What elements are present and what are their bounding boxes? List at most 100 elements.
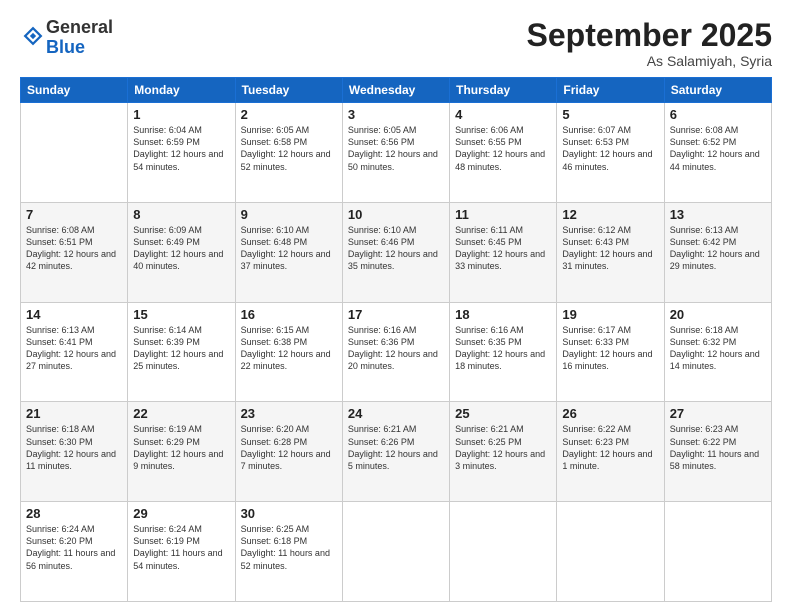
cell-info: Sunrise: 6:16 AMSunset: 6:36 PMDaylight:… [348,324,444,373]
calendar-cell: 13 Sunrise: 6:13 AMSunset: 6:42 PMDayligh… [664,202,771,302]
calendar-cell: 2Sunrise: 6:05 AMSunset: 6:58 PMDaylight… [235,103,342,203]
logo-icon [22,25,44,47]
location: As Salamiyah, Syria [527,53,772,69]
calendar-week-3: 14Sunrise: 6:13 AMSunset: 6:41 PMDayligh… [21,302,772,402]
col-wednesday: Wednesday [342,78,449,103]
cell-info: Sunrise: 6:24 AMSunset: 6:19 PMDaylight:… [133,523,229,572]
calendar-cell: 8 Sunrise: 6:09 AMSunset: 6:49 PMDaylight… [128,202,235,302]
day-number: 18 [455,307,551,322]
col-tuesday: Tuesday [235,78,342,103]
day-number: 22 [133,406,229,421]
cell-info: Sunrise: 6:12 AMSunset: 6:43 PMDaylight:… [562,224,658,273]
col-friday: Friday [557,78,664,103]
day-number: 8 [133,207,229,222]
cell-info: Sunrise: 6:10 AMSunset: 6:48 PMDaylight:… [241,224,337,273]
calendar-cell: 24Sunrise: 6:21 AMSunset: 6:26 PMDayligh… [342,402,449,502]
cell-info: Sunrise: 6:23 AMSunset: 6:22 PMDaylight:… [670,423,766,472]
day-number: 15 [133,307,229,322]
day-number: 9 [241,207,337,222]
day-number: 10 [348,207,444,222]
calendar-cell: 22 Sunrise: 6:19 AMSunset: 6:29 PMDayligh… [128,402,235,502]
calendar-week-1: 1 Sunrise: 6:04 AMSunset: 6:59 PMDaylight… [21,103,772,203]
cell-info: Sunrise: 6:19 AMSunset: 6:29 PMDaylight:… [133,423,229,472]
calendar-cell [21,103,128,203]
day-number: 7 [26,207,122,222]
day-number: 23 [241,406,337,421]
cell-info: Sunrise: 6:06 AMSunset: 6:55 PMDaylight:… [455,124,551,173]
cell-info: Sunrise: 6:25 AMSunset: 6:18 PMDaylight:… [241,523,337,572]
day-number: 27 [670,406,766,421]
calendar-week-2: 7 Sunrise: 6:08 AMSunset: 6:51 PMDaylight… [21,202,772,302]
day-number: 17 [348,307,444,322]
day-number: 5 [562,107,658,122]
day-number: 24 [348,406,444,421]
calendar-cell: 21Sunrise: 6:18 AMSunset: 6:30 PMDayligh… [21,402,128,502]
calendar-cell: 23 Sunrise: 6:20 AMSunset: 6:28 PMDayligh… [235,402,342,502]
col-sunday: Sunday [21,78,128,103]
calendar-week-5: 28 Sunrise: 6:24 AMSunset: 6:20 PMDayligh… [21,502,772,602]
day-number: 26 [562,406,658,421]
header: General Blue September 2025 As Salamiyah… [20,18,772,69]
calendar-cell: 27 Sunrise: 6:23 AMSunset: 6:22 PMDayligh… [664,402,771,502]
cell-info: Sunrise: 6:08 AMSunset: 6:51 PMDaylight:… [26,224,122,273]
cell-info: Sunrise: 6:05 AMSunset: 6:58 PMDaylight:… [241,124,337,173]
calendar-cell: 10 Sunrise: 6:10 AMSunset: 6:46 PMDayligh… [342,202,449,302]
day-number: 4 [455,107,551,122]
logo-general: General [46,17,113,37]
cell-info: Sunrise: 6:16 AMSunset: 6:35 PMDaylight:… [455,324,551,373]
day-number: 21 [26,406,122,421]
calendar-cell: 18 Sunrise: 6:16 AMSunset: 6:35 PMDayligh… [450,302,557,402]
calendar-cell [557,502,664,602]
page: General Blue September 2025 As Salamiyah… [0,0,792,612]
calendar-cell: 29 Sunrise: 6:24 AMSunset: 6:19 PMDayligh… [128,502,235,602]
calendar-cell: 17 Sunrise: 6:16 AMSunset: 6:36 PMDayligh… [342,302,449,402]
day-number: 6 [670,107,766,122]
cell-info: Sunrise: 6:24 AMSunset: 6:20 PMDaylight:… [26,523,122,572]
cell-info: Sunrise: 6:05 AMSunset: 6:56 PMDaylight:… [348,124,444,173]
cell-info: Sunrise: 6:07 AMSunset: 6:53 PMDaylight:… [562,124,658,173]
calendar-body: 1 Sunrise: 6:04 AMSunset: 6:59 PMDaylight… [21,103,772,602]
day-number: 29 [133,506,229,521]
calendar-cell: 20 Sunrise: 6:18 AMSunset: 6:32 PMDayligh… [664,302,771,402]
cell-info: Sunrise: 6:13 AMSunset: 6:42 PMDaylight:… [670,224,766,273]
calendar-cell: 16Sunrise: 6:15 AMSunset: 6:38 PMDayligh… [235,302,342,402]
day-number: 25 [455,406,551,421]
month-title: September 2025 [527,18,772,53]
cell-info: Sunrise: 6:20 AMSunset: 6:28 PMDaylight:… [241,423,337,472]
cell-info: Sunrise: 6:21 AMSunset: 6:25 PMDaylight:… [455,423,551,472]
cell-info: Sunrise: 6:04 AMSunset: 6:59 PMDaylight:… [133,124,229,173]
cell-info: Sunrise: 6:08 AMSunset: 6:52 PMDaylight:… [670,124,766,173]
cell-info: Sunrise: 6:17 AMSunset: 6:33 PMDaylight:… [562,324,658,373]
cell-info: Sunrise: 6:11 AMSunset: 6:45 PMDaylight:… [455,224,551,273]
calendar-cell: 19Sunrise: 6:17 AMSunset: 6:33 PMDayligh… [557,302,664,402]
calendar-cell: 3 Sunrise: 6:05 AMSunset: 6:56 PMDaylight… [342,103,449,203]
cell-info: Sunrise: 6:18 AMSunset: 6:32 PMDaylight:… [670,324,766,373]
day-number: 20 [670,307,766,322]
calendar-header-row: Sunday Monday Tuesday Wednesday Thursday… [21,78,772,103]
calendar-week-4: 21Sunrise: 6:18 AMSunset: 6:30 PMDayligh… [21,402,772,502]
calendar-cell: 25 Sunrise: 6:21 AMSunset: 6:25 PMDayligh… [450,402,557,502]
day-number: 30 [241,506,337,521]
calendar-cell [450,502,557,602]
cell-info: Sunrise: 6:10 AMSunset: 6:46 PMDaylight:… [348,224,444,273]
cell-info: Sunrise: 6:09 AMSunset: 6:49 PMDaylight:… [133,224,229,273]
calendar-cell: 4 Sunrise: 6:06 AMSunset: 6:55 PMDaylight… [450,103,557,203]
calendar-cell: 1 Sunrise: 6:04 AMSunset: 6:59 PMDaylight… [128,103,235,203]
day-number: 13 [670,207,766,222]
col-thursday: Thursday [450,78,557,103]
calendar-cell: 14Sunrise: 6:13 AMSunset: 6:41 PMDayligh… [21,302,128,402]
day-number: 28 [26,506,122,521]
calendar-cell: 30 Sunrise: 6:25 AMSunset: 6:18 PMDayligh… [235,502,342,602]
calendar-cell [664,502,771,602]
calendar-cell: 6 Sunrise: 6:08 AMSunset: 6:52 PMDaylight… [664,103,771,203]
day-number: 1 [133,107,229,122]
day-number: 12 [562,207,658,222]
cell-info: Sunrise: 6:22 AMSunset: 6:23 PMDaylight:… [562,423,658,472]
logo-blue: Blue [46,37,85,57]
day-number: 11 [455,207,551,222]
day-number: 3 [348,107,444,122]
cell-info: Sunrise: 6:15 AMSunset: 6:38 PMDaylight:… [241,324,337,373]
col-saturday: Saturday [664,78,771,103]
cell-info: Sunrise: 6:13 AMSunset: 6:41 PMDaylight:… [26,324,122,373]
calendar-cell: 7 Sunrise: 6:08 AMSunset: 6:51 PMDaylight… [21,202,128,302]
